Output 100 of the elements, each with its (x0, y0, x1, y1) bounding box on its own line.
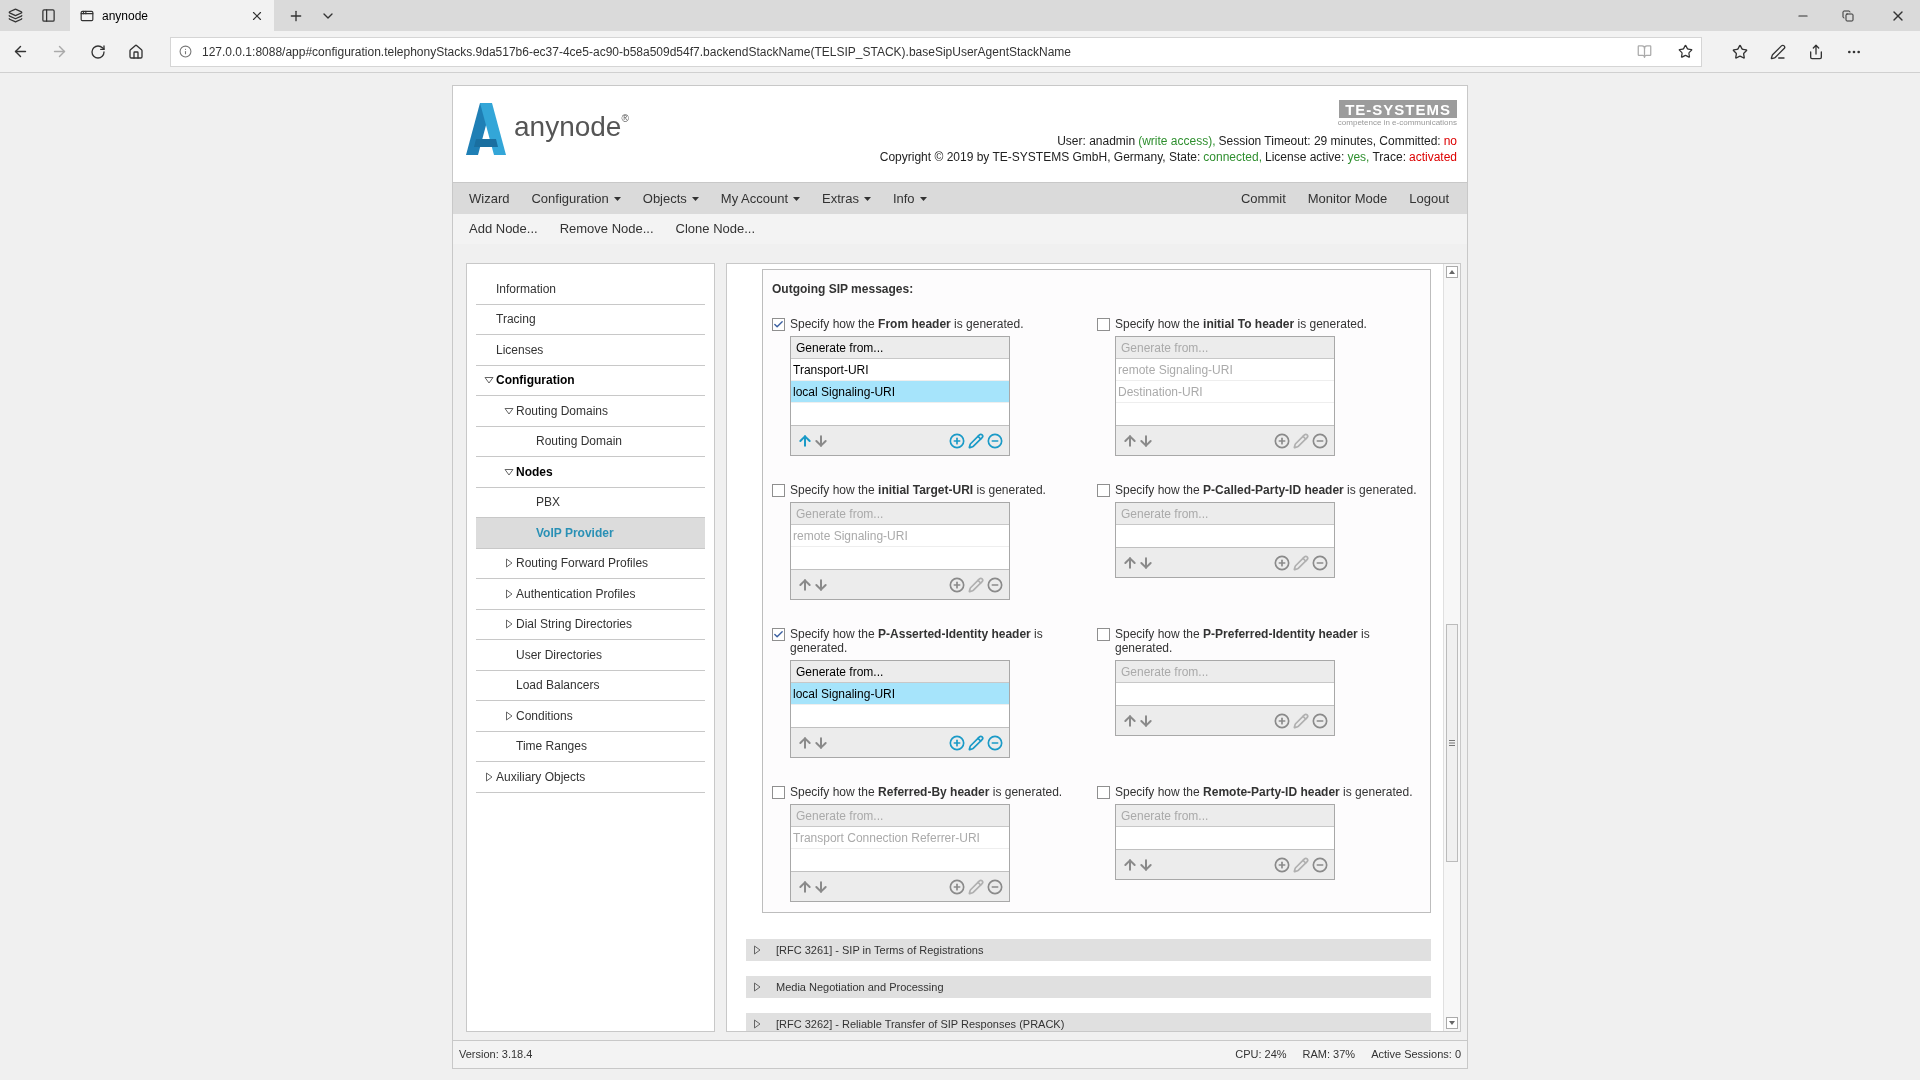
address-bar[interactable]: 127.0.0.1:8088/app#configuration.telephonyStacks.9da517b6-ec37-4ce5-ac90-b58a509d54f7.backendStackName(TELSIP_STACK).baseSipUserAgentStackName (170, 36, 1702, 67)
collapsed-triangle-icon[interactable] (504, 558, 514, 569)
generate-from-list[interactable]: Generate from... Transport-URI local Signaling-URI (790, 336, 1010, 456)
scroll-up-icon[interactable] (1446, 266, 1458, 278)
menu-item[interactable]: Wizard (458, 183, 521, 214)
sidebar-item[interactable]: Information (476, 274, 705, 305)
generate-from-list[interactable]: Generate from... local Signaling-URI (790, 660, 1010, 758)
add-icon[interactable] (1274, 554, 1290, 571)
add-icon[interactable] (1274, 432, 1290, 449)
menu-item[interactable]: Monitor Mode (1296, 183, 1399, 214)
collapsed-triangle-icon[interactable] (504, 710, 514, 721)
remove-icon[interactable] (1312, 432, 1328, 449)
toolbar-button[interactable]: Clone Node... (664, 214, 767, 244)
list-item[interactable]: local Signaling-URI (791, 683, 1009, 705)
sidebar-item[interactable]: Routing Domains (476, 396, 705, 427)
edit-icon[interactable] (1293, 432, 1309, 449)
edit-icon[interactable] (968, 432, 984, 449)
info-icon[interactable] (179, 45, 192, 58)
back-icon[interactable] (12, 43, 29, 60)
collapsed-triangle-icon[interactable] (752, 945, 762, 955)
star-icon[interactable] (1678, 44, 1693, 59)
scroll-down-icon[interactable] (1446, 1017, 1458, 1029)
remove-icon[interactable] (1312, 554, 1328, 571)
move-down-icon[interactable] (1138, 554, 1154, 571)
move-down-icon[interactable] (1138, 712, 1154, 729)
edit-icon[interactable] (968, 576, 984, 593)
section-header[interactable]: [RFC 3262] - Reliable Transfer of SIP Responses (PRACK) (746, 1013, 1431, 1031)
add-icon[interactable] (949, 576, 965, 593)
sidebar-item[interactable]: Tracing (476, 304, 705, 335)
sidebar-item[interactable]: User Directories (476, 640, 705, 671)
move-down-icon[interactable] (1138, 432, 1154, 449)
checkbox[interactable] (772, 628, 785, 641)
add-icon[interactable] (1274, 856, 1290, 873)
remove-icon[interactable] (987, 432, 1003, 449)
add-icon[interactable] (1274, 712, 1290, 729)
sidebar-item[interactable]: Auxiliary Objects (476, 762, 705, 793)
share-icon[interactable] (1808, 43, 1824, 60)
move-up-icon[interactable] (1122, 432, 1138, 449)
collapsed-triangle-icon[interactable] (752, 1019, 762, 1029)
move-up-icon[interactable] (1122, 712, 1138, 729)
collapsed-triangle-icon[interactable] (504, 588, 514, 599)
sidebar-item[interactable]: Routing Domain (476, 426, 705, 457)
panel-icon[interactable] (41, 8, 56, 23)
menu-item[interactable]: My Account (709, 183, 812, 214)
edit-icon[interactable] (968, 878, 984, 895)
reload-icon[interactable] (90, 43, 106, 60)
move-down-icon[interactable] (1138, 856, 1154, 873)
sidebar-item[interactable]: Licenses (476, 335, 705, 366)
browser-tab[interactable]: anynode (70, 0, 274, 31)
menu-item[interactable]: Objects (631, 183, 710, 214)
add-icon[interactable] (949, 878, 965, 895)
collapsed-triangle-icon[interactable] (504, 619, 514, 630)
checkbox[interactable] (772, 786, 785, 799)
sidebar-item[interactable]: Dial String Directories (476, 609, 705, 640)
move-up-icon[interactable] (797, 734, 813, 751)
checkbox[interactable] (1097, 628, 1110, 641)
checkbox[interactable] (772, 484, 785, 497)
favorites-icon[interactable] (1732, 43, 1748, 60)
toolbar-button[interactable]: Add Node... (458, 214, 549, 244)
remove-icon[interactable] (987, 576, 1003, 593)
section-header[interactable]: [RFC 3261] - SIP in Terms of Registrations (746, 939, 1431, 961)
scrollbar[interactable] (1443, 264, 1460, 1031)
remove-icon[interactable] (1312, 712, 1328, 729)
sidebar-item[interactable]: Configuration (476, 365, 705, 396)
move-down-icon[interactable] (813, 734, 829, 751)
list-item[interactable]: local Signaling-URI (791, 381, 1009, 403)
checkbox[interactable] (772, 318, 785, 331)
edit-icon[interactable] (1293, 712, 1309, 729)
menu-item[interactable]: Info (881, 183, 938, 214)
sidebar-item[interactable]: Nodes (476, 457, 705, 488)
sidebar-item[interactable]: Routing Forward Profiles (476, 548, 705, 579)
remove-icon[interactable] (987, 734, 1003, 751)
scroll-thumb[interactable] (1446, 624, 1458, 862)
move-up-icon[interactable] (1122, 856, 1138, 873)
menu-item[interactable]: Logout (1398, 183, 1460, 214)
expanded-triangle-icon[interactable] (504, 405, 514, 416)
add-icon[interactable] (949, 734, 965, 751)
checkbox[interactable] (1097, 786, 1110, 799)
sidebar-item[interactable]: Time Ranges (476, 731, 705, 762)
sidebar-item[interactable]: Authentication Profiles (476, 579, 705, 610)
toolbar-button[interactable]: Remove Node... (548, 214, 665, 244)
remove-icon[interactable] (987, 878, 1003, 895)
section-header[interactable]: Media Negotiation and Processing (746, 976, 1431, 998)
move-down-icon[interactable] (813, 878, 829, 895)
move-down-icon[interactable] (813, 432, 829, 449)
edit-icon[interactable] (968, 734, 984, 751)
move-up-icon[interactable] (1122, 554, 1138, 571)
forward-icon[interactable] (51, 43, 68, 60)
move-up-icon[interactable] (797, 878, 813, 895)
menu-item[interactable]: Extras (811, 183, 882, 214)
restore-icon[interactable] (1842, 9, 1854, 22)
edit-icon[interactable] (1293, 554, 1309, 571)
menu-item[interactable]: Configuration (520, 183, 632, 214)
move-up-icon[interactable] (797, 576, 813, 593)
move-down-icon[interactable] (813, 576, 829, 593)
collapsed-triangle-icon[interactable] (484, 771, 494, 782)
collapsed-triangle-icon[interactable] (752, 982, 762, 992)
menu-item[interactable]: Commit (1229, 183, 1297, 214)
home-icon[interactable] (128, 43, 144, 60)
edit-icon[interactable] (1293, 856, 1309, 873)
